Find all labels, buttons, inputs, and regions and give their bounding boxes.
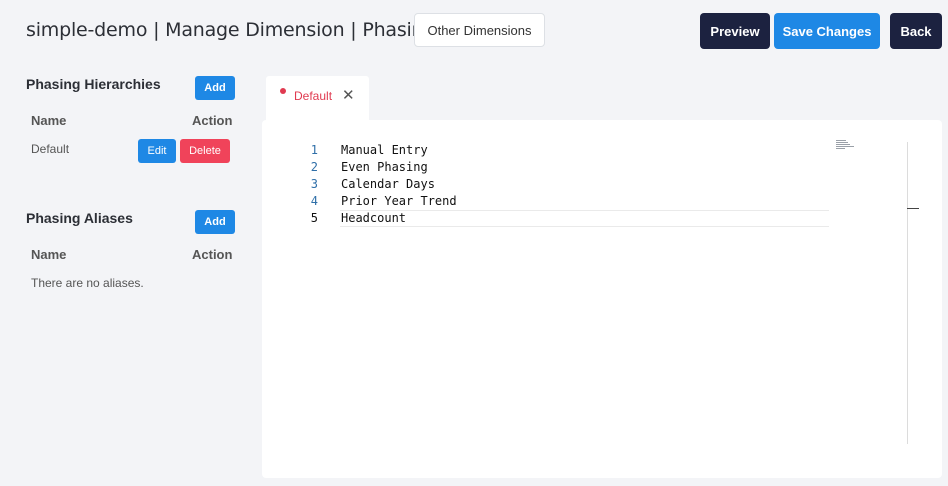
add-hierarchy-button[interactable]: Add	[195, 76, 235, 100]
aliases-title: Phasing Aliases	[26, 210, 133, 226]
save-changes-button[interactable]: Save Changes	[774, 13, 880, 49]
hierarchy-name: Default	[31, 142, 70, 156]
editor-line[interactable]: 3 Calendar Days	[262, 176, 862, 193]
line-number: 3	[310, 177, 318, 191]
line-number: 5	[310, 211, 318, 225]
editor-line[interactable]: 1 Manual Entry	[262, 142, 862, 159]
edit-hierarchy-button[interactable]: Edit	[138, 139, 176, 163]
unsaved-dot-icon	[280, 88, 286, 94]
editor-line[interactable]: 2 Even Phasing	[262, 159, 862, 176]
aliases-empty-text: There are no aliases.	[31, 276, 144, 290]
scrollbar-cursor-marker	[907, 208, 919, 209]
page-title: simple-demo | Manage Dimension | Phasing	[26, 19, 436, 41]
add-alias-button[interactable]: Add	[195, 210, 235, 234]
line-text: Manual Entry	[341, 143, 428, 157]
hierarchies-title: Phasing Hierarchies	[26, 76, 161, 92]
line-text: Headcount	[341, 211, 407, 225]
line-number: 4	[310, 194, 318, 208]
other-dimensions-button[interactable]: Other Dimensions	[414, 13, 545, 47]
hierarchies-col-name: Name	[31, 113, 67, 128]
aliases-col-action: Action	[192, 247, 233, 262]
editor-minimap[interactable]	[836, 140, 854, 149]
line-text: Calendar Days	[341, 177, 435, 191]
tab-default[interactable]: Default ✕	[266, 76, 369, 121]
preview-button[interactable]: Preview	[700, 13, 770, 49]
line-number: 1	[310, 143, 318, 157]
line-text: Even Phasing	[341, 160, 428, 174]
aliases-col-name: Name	[31, 247, 67, 262]
editor-line-current[interactable]: 5 Headcount	[262, 210, 862, 227]
line-text: Prior Year Trend	[341, 194, 457, 208]
delete-hierarchy-button[interactable]: Delete	[180, 139, 230, 163]
editor-line[interactable]: 4 Prior Year Trend	[262, 193, 862, 210]
editor-scrollbar[interactable]	[907, 142, 908, 444]
line-number: 2	[310, 160, 318, 174]
back-button[interactable]: Back	[890, 13, 942, 49]
close-icon[interactable]: ✕	[342, 88, 355, 104]
code-editor[interactable]: 1 Manual Entry 2 Even Phasing 3 Calendar…	[262, 120, 942, 478]
current-line-highlight	[340, 210, 829, 227]
hierarchies-col-action: Action	[192, 113, 233, 128]
tab-label: Default	[294, 89, 333, 103]
